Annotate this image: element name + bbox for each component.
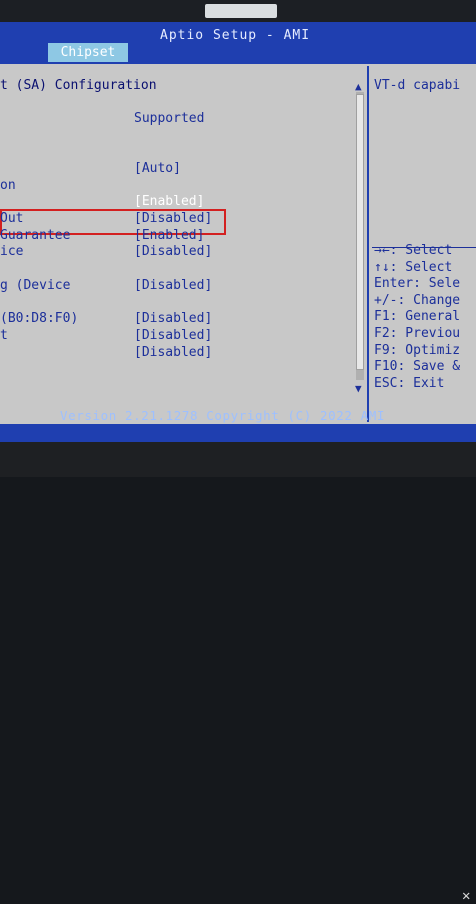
setting-label: ice xyxy=(0,244,24,259)
help-key: +/-: Change xyxy=(374,293,461,308)
setting-value[interactable]: [Auto] xyxy=(134,161,181,176)
bezel-light-strip xyxy=(205,4,277,18)
panel-divider xyxy=(367,66,369,422)
setting-value-supported: Supported xyxy=(134,111,205,126)
version-footer: Version 2.21.1278 Copyright (C) 2022 AMI xyxy=(60,408,386,423)
setting-value[interactable]: [Disabled] xyxy=(134,328,212,343)
help-key: ↑↓: Select xyxy=(374,260,453,275)
help-key: F9: Optimiz xyxy=(374,343,461,358)
help-key: ESC: Exit xyxy=(374,376,445,391)
help-key: Enter: Sele xyxy=(374,276,461,291)
setting-value[interactable]: [Disabled] xyxy=(134,211,212,226)
scrollbar-thumb[interactable] xyxy=(356,94,364,370)
monitor-bezel-bottom: ✕ xyxy=(0,442,476,904)
setting-value[interactable]: [Enabled] xyxy=(134,228,204,243)
scroll-down-arrow-icon[interactable]: ▼ xyxy=(355,382,362,395)
setting-value[interactable]: [Disabled] xyxy=(134,311,212,326)
setting-value-vtd[interactable]: [Enabled] xyxy=(134,194,204,209)
setting-label: (B0:D8:F0) xyxy=(0,311,79,326)
corner-logo-icon: ✕ xyxy=(462,888,471,904)
setting-value[interactable]: [Disabled] xyxy=(134,244,212,259)
help-key: F10: Save & xyxy=(374,359,461,374)
setting-label: on xyxy=(0,178,16,193)
setting-label: g (Device xyxy=(0,278,71,293)
setting-value[interactable]: [Disabled] xyxy=(134,345,212,360)
monitor-bezel-top xyxy=(0,0,476,22)
setting-label: Out xyxy=(0,211,24,226)
setting-value[interactable]: [Disabled] xyxy=(134,278,212,293)
setting-label: Guarantee xyxy=(0,228,71,243)
tab-chipset[interactable]: Chipset xyxy=(48,43,128,62)
help-key: F2: Previou xyxy=(374,326,461,341)
help-key: →←: Select xyxy=(374,243,453,258)
bios-screen: Aptio Setup - AMI Chipset t (SA) Configu… xyxy=(0,22,476,442)
help-description: VT-d capabi xyxy=(374,78,461,93)
setting-label: t xyxy=(0,328,8,343)
help-key: F1: General xyxy=(374,309,461,324)
window-title: Aptio Setup - AMI xyxy=(160,28,311,43)
section-title: t (SA) Configuration xyxy=(0,78,157,93)
